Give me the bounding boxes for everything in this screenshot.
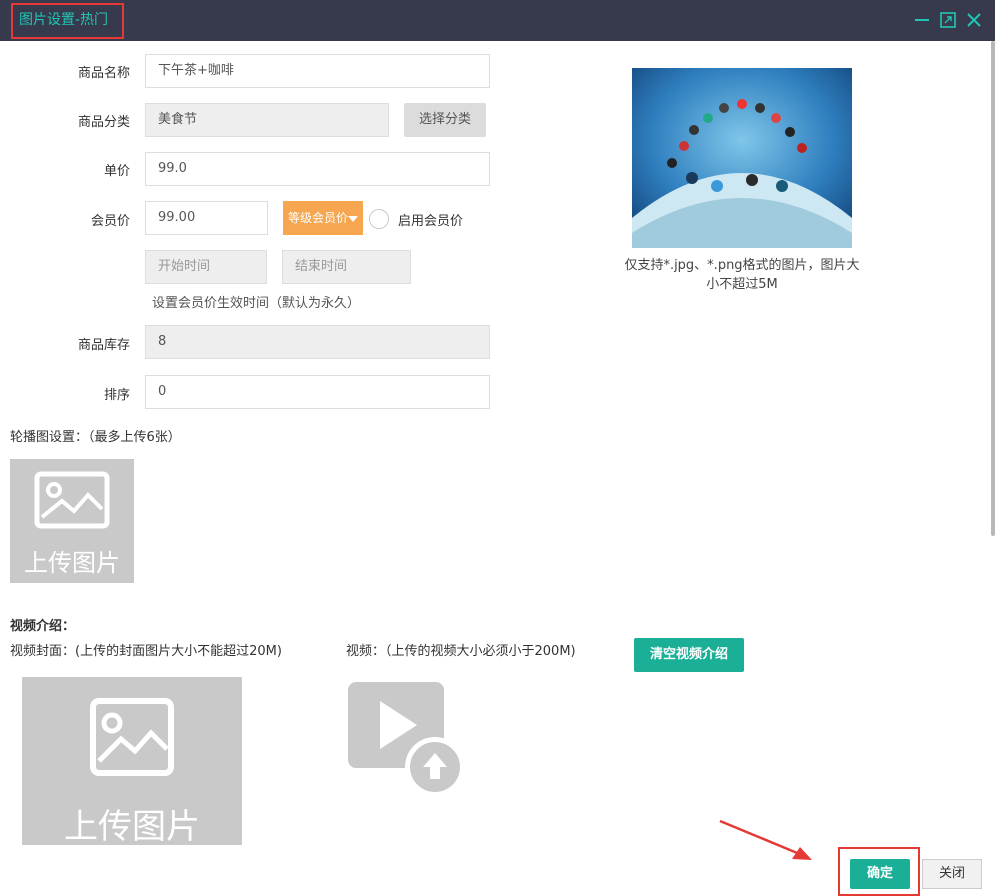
sort-input[interactable]: 0 — [145, 375, 490, 409]
minimize-icon[interactable] — [913, 11, 931, 29]
stock-input[interactable]: 8 — [145, 325, 490, 359]
close-button[interactable]: 关闭 — [922, 859, 982, 889]
category-label: 商品分类 — [77, 115, 130, 130]
close-icon[interactable] — [965, 11, 983, 29]
video-label: 视频：（上传的视频大小必须小于200M) — [346, 644, 576, 659]
product-preview-image[interactable] — [632, 68, 852, 248]
scrollbar[interactable] — [991, 41, 995, 536]
name-label: 商品名称 — [77, 66, 130, 81]
image-format-note: 仅支持*.jpg、*.png格式的图片，图片大小不超过5M — [624, 258, 860, 292]
member-price-input[interactable]: 99.00 — [145, 201, 268, 235]
member-level-button[interactable]: 等级会员价 — [283, 201, 363, 235]
carousel-upload-label: 上传图片 — [24, 549, 120, 577]
video-section-title: 视频介绍： — [10, 619, 76, 634]
annotation-arrow — [719, 819, 812, 860]
end-time-input[interactable]: 结束时间 — [282, 250, 411, 284]
time-hint: 设置会员价生效时间（默认为永久） — [152, 296, 361, 311]
enable-member-price-label: 启用会员价 — [398, 214, 464, 229]
price-label: 单价 — [103, 164, 130, 179]
enable-member-price-radio[interactable] — [369, 209, 389, 229]
carousel-title: 轮播图设置：（最多上传6张） — [10, 430, 181, 445]
image-placeholder-icon — [90, 698, 174, 776]
dialog-content: 商品名称 下午茶+咖啡 商品分类 美食节 选择分类 单价 99.0 会员价 99… — [0, 41, 995, 896]
select-category-button[interactable]: 选择分类 — [404, 103, 486, 137]
dialog-titlebar: 图片设置-热门 — [0, 0, 995, 41]
video-cover-label: 视频封面：(上传的封面图片大小不能超过20M) — [10, 644, 282, 659]
category-input[interactable]: 美食节 — [145, 103, 389, 137]
start-time-input[interactable]: 开始时间 — [145, 250, 267, 284]
image-placeholder-icon — [34, 471, 110, 529]
sort-label: 排序 — [103, 388, 130, 403]
member-level-label: 等级会员价 — [287, 211, 348, 225]
title-highlight-box — [11, 3, 124, 39]
stock-label: 商品库存 — [77, 338, 130, 353]
video-cover-upload-tile[interactable]: 上传图片 — [22, 677, 242, 847]
video-upload-icon[interactable] — [347, 681, 465, 797]
name-input[interactable]: 下午茶+咖啡 — [145, 54, 490, 88]
dropdown-arrow-icon — [348, 215, 358, 222]
carousel-upload-tile[interactable]: 上传图片 — [10, 459, 134, 583]
video-cover-upload-label: 上传图片 — [64, 807, 200, 847]
member-price-label: 会员价 — [90, 214, 130, 229]
clear-video-button[interactable]: 清空视频介绍 — [634, 638, 744, 672]
ok-button[interactable]: 确定 — [850, 859, 910, 889]
price-input[interactable]: 99.0 — [145, 152, 490, 186]
maximize-icon[interactable] — [939, 11, 957, 29]
